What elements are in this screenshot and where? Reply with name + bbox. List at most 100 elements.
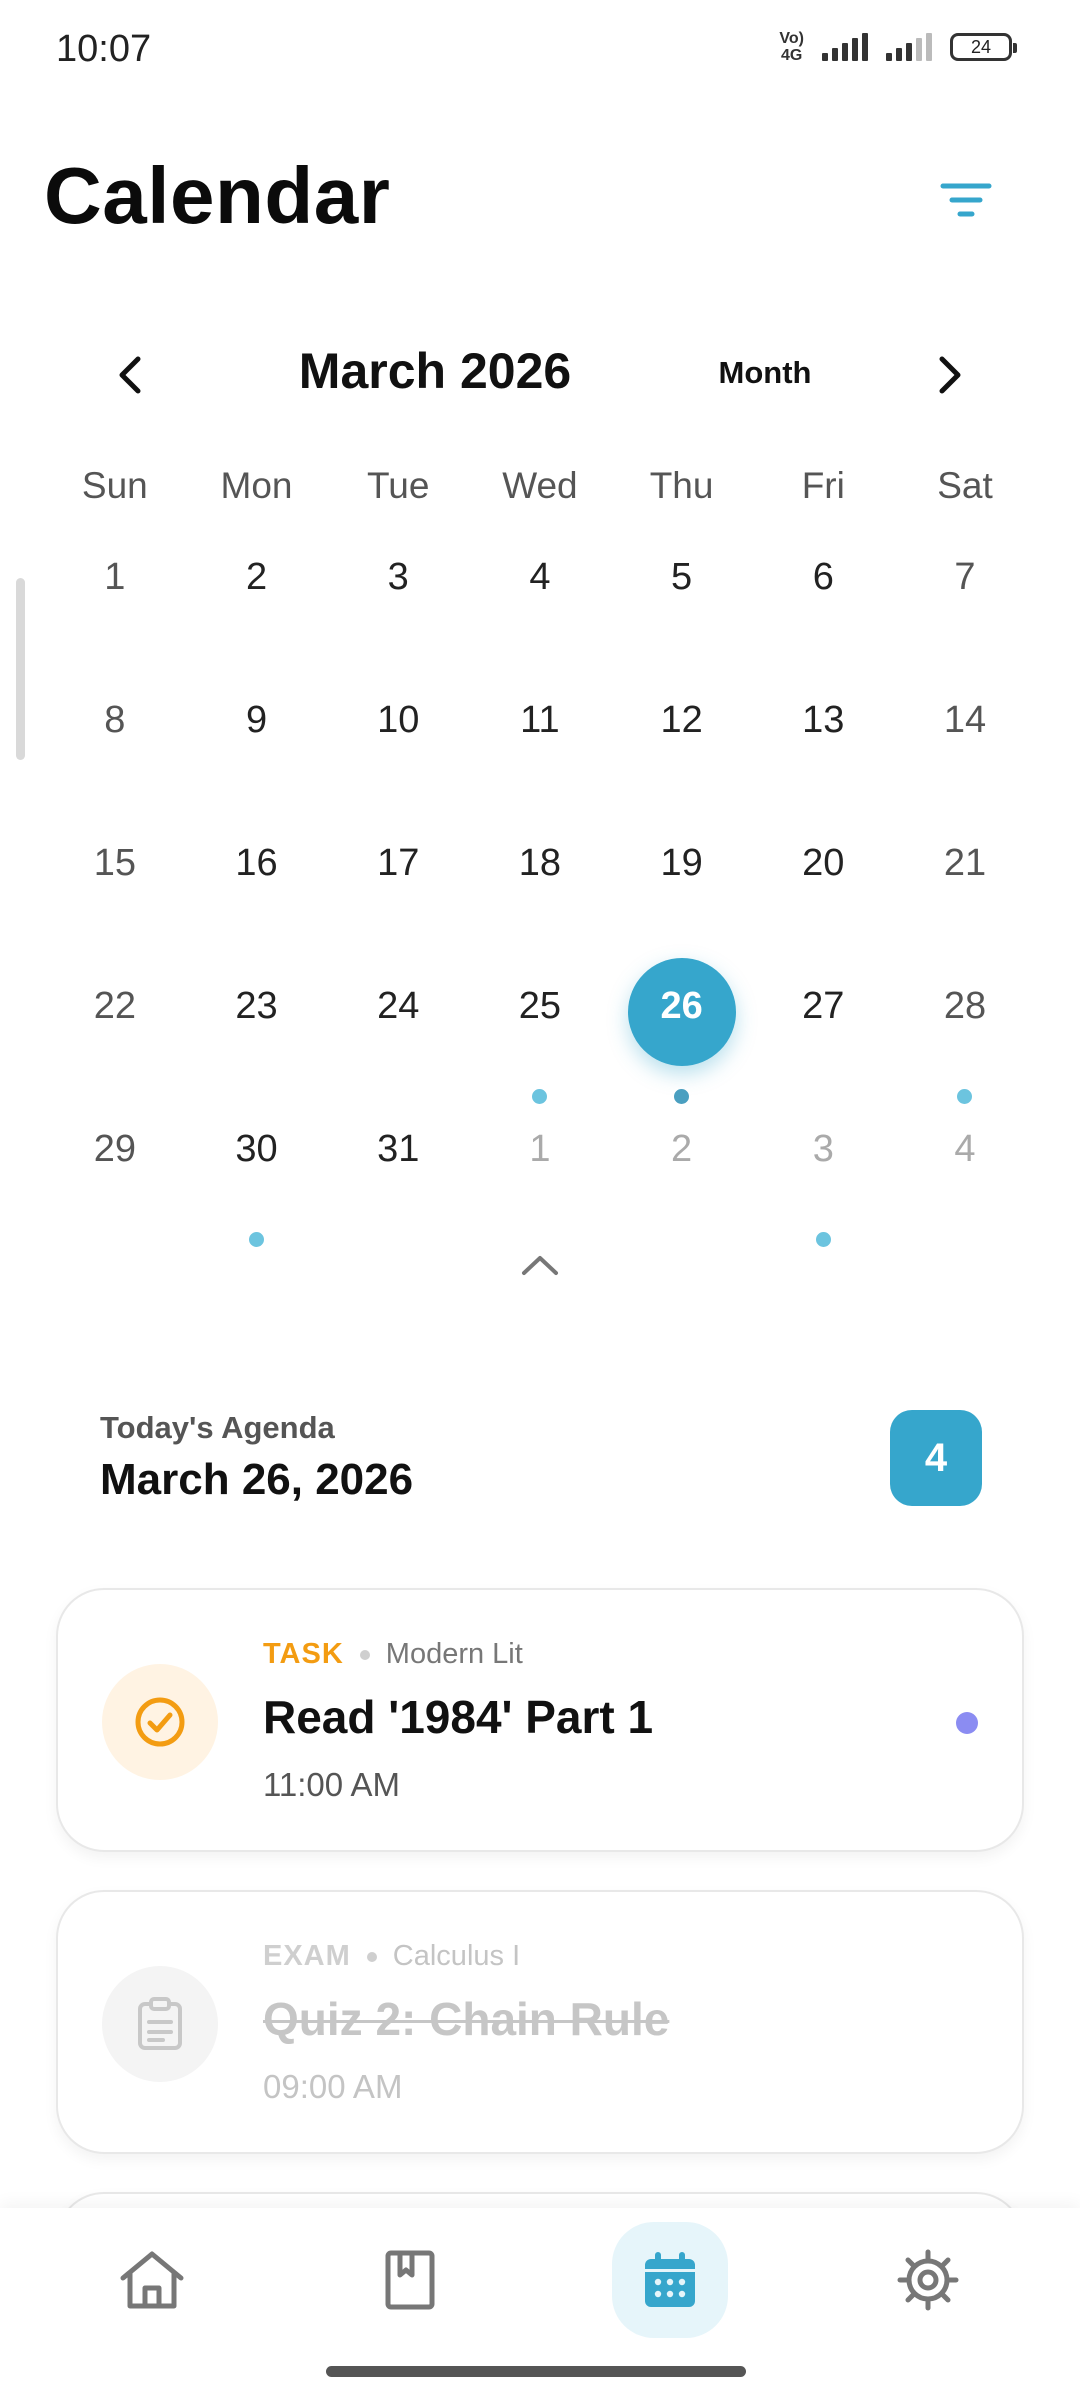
calendar-day[interactable]: 4: [469, 536, 611, 679]
nav-library-button[interactable]: [352, 2222, 468, 2338]
day-number: 22: [93, 985, 136, 1027]
calendar-day[interactable]: 13: [752, 679, 894, 822]
day-number: 11: [520, 699, 560, 741]
calendar-day[interactable]: 29: [44, 1108, 186, 1251]
network-type-label: Vo) 4G: [779, 30, 804, 64]
item-time: 11:00 AM: [263, 1766, 400, 1803]
agenda-item-card-completed[interactable]: EXAM Calculus I Quiz 2: Chain Rule 09:00…: [56, 1890, 1024, 2154]
calendar-day[interactable]: 22: [44, 965, 186, 1108]
network-label-top: Vo): [779, 30, 804, 47]
calendar-week: 1 2 3 4 5 6 7: [44, 536, 1036, 679]
calendar-day[interactable]: 11: [469, 679, 611, 822]
calendar-day[interactable]: 18: [469, 822, 611, 965]
day-number: 9: [245, 699, 268, 741]
separator-dot: [359, 1649, 370, 1660]
calendar-day[interactable]: 27: [752, 965, 894, 1108]
calendar-day-outside-month[interactable]: 2: [611, 1108, 753, 1251]
day-number: 27: [802, 985, 845, 1027]
signal-icon: [886, 33, 932, 61]
previous-month-button[interactable]: [100, 340, 160, 410]
day-number: 4: [954, 1128, 976, 1170]
calendar-day[interactable]: 30: [186, 1108, 328, 1251]
calendar-day[interactable]: 28: [894, 965, 1036, 1108]
calendar-day[interactable]: 2: [186, 536, 328, 679]
calendar-day[interactable]: 24: [327, 965, 469, 1108]
event-indicator-dot: [957, 1089, 973, 1104]
day-number: 4: [529, 556, 551, 598]
day-number: 12: [660, 699, 703, 741]
day-number: 26: [660, 985, 703, 1027]
day-number: 2: [245, 556, 268, 598]
month-title: March 2026: [298, 343, 572, 399]
library-icon: [385, 2250, 435, 2310]
nav-calendar-button[interactable]: [612, 2222, 728, 2338]
calendar-day[interactable]: 16: [186, 822, 328, 965]
calendar-day[interactable]: 21: [894, 822, 1036, 965]
day-number: 10: [377, 699, 420, 741]
calendar-week: 22 23 24 25 26 27 28: [44, 958, 1036, 1108]
next-month-button[interactable]: [920, 340, 980, 410]
day-number: 13: [802, 699, 845, 741]
day-number: 25: [518, 985, 562, 1027]
priority-indicator-dot: [956, 1712, 978, 1734]
calendar-day[interactable]: 20: [752, 822, 894, 965]
weekday-label: Sat: [937, 465, 993, 506]
battery-icon: 24: [950, 33, 1017, 61]
calendar-day[interactable]: 9: [186, 679, 328, 822]
item-time: 09:00 AM: [263, 2068, 403, 2105]
agenda-item-meta: EXAM Calculus I: [263, 1940, 520, 1973]
filter-icon: [940, 183, 992, 217]
agenda-item-card[interactable]: TASK Modern Lit Read '1984' Part 1 11:00…: [56, 1588, 1024, 1852]
calendar-day[interactable]: 1: [44, 536, 186, 679]
event-indicator-dot: [674, 1089, 690, 1104]
nav-settings-button[interactable]: [870, 2222, 986, 2338]
event-indicator-dot: [249, 1232, 265, 1247]
calendar-grid: 1 2 3 4 5 6 7 8 9 10 11 12 13 14 15 16 1…: [44, 536, 1036, 1251]
calendar-day-selected[interactable]: 26: [611, 958, 753, 1108]
calendar-day[interactable]: 19: [611, 822, 753, 965]
calendar-day[interactable]: 25: [469, 965, 611, 1108]
filter-button[interactable]: [930, 170, 1002, 230]
collapse-calendar-button[interactable]: [510, 1245, 570, 1285]
weekday-label: Tue: [367, 465, 430, 506]
item-title: Quiz 2: Chain Rule: [263, 1993, 670, 2045]
calendar-day[interactable]: 10: [327, 679, 469, 822]
calendar-day[interactable]: 8: [44, 679, 186, 822]
chevron-left-icon: [119, 356, 141, 394]
day-number: 23: [235, 985, 278, 1027]
day-number: 29: [93, 1128, 136, 1170]
weekday-label: Fri: [801, 465, 845, 506]
calendar-day-outside-month[interactable]: 3: [752, 1108, 894, 1251]
agenda-item-meta: TASK Modern Lit: [263, 1638, 523, 1671]
home-icon: [120, 2251, 184, 2309]
calendar-day[interactable]: 7: [894, 536, 1036, 679]
calendar-day[interactable]: 12: [611, 679, 753, 822]
calendar-week: 8 9 10 11 12 13 14: [44, 679, 1036, 822]
day-number: 3: [812, 1128, 834, 1170]
calendar-day[interactable]: 6: [752, 536, 894, 679]
calendar-day[interactable]: 3: [327, 536, 469, 679]
calendar-week: 29 30 31 1 2 3 4: [44, 1108, 1036, 1251]
view-mode-toggle[interactable]: Month: [700, 355, 830, 391]
weekday-label: Sun: [81, 465, 148, 506]
day-number: 24: [377, 985, 420, 1027]
calendar-day[interactable]: 15: [44, 822, 186, 965]
calendar-week: 15 16 17 18 19 20 21: [44, 822, 1036, 965]
day-number: 1: [529, 1128, 551, 1170]
day-number: 21: [943, 842, 987, 884]
clipboard-icon: [138, 1997, 182, 2050]
calendar-day[interactable]: 14: [894, 679, 1036, 822]
calendar-day-outside-month[interactable]: 1: [469, 1108, 611, 1251]
home-gesture-bar[interactable]: [326, 2366, 746, 2377]
day-number: 8: [104, 699, 126, 741]
calendar-day[interactable]: 23: [186, 965, 328, 1108]
calendar-day[interactable]: 5: [611, 536, 753, 679]
separator-dot: [366, 1951, 377, 1962]
check-circle-icon: [135, 1697, 185, 1747]
calendar-day-outside-month[interactable]: 4: [894, 1108, 1036, 1251]
calendar-day[interactable]: 17: [327, 822, 469, 965]
weekday-label: Wed: [502, 465, 578, 506]
weekday-header: Sun Mon Tue Wed Thu Fri Sat: [44, 465, 1036, 507]
calendar-day[interactable]: 31: [327, 1108, 469, 1251]
nav-home-button[interactable]: [94, 2222, 210, 2338]
